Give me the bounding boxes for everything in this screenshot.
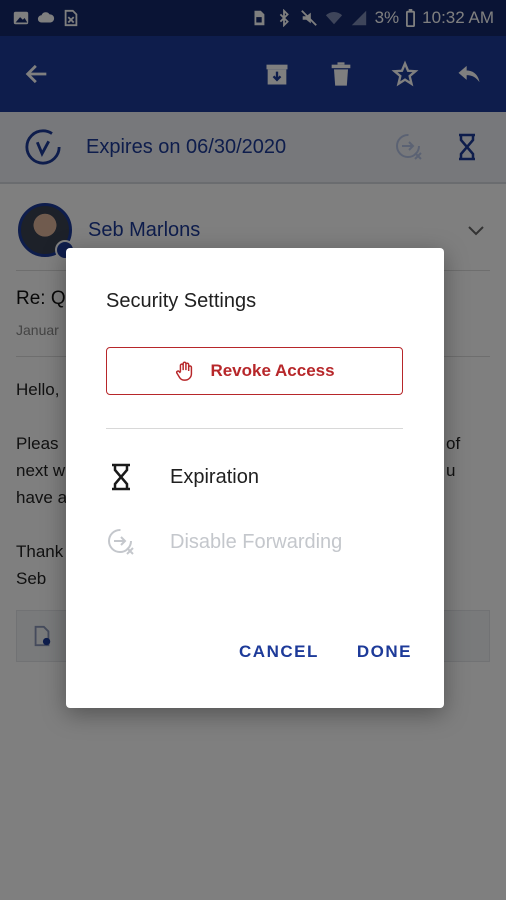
- option-disable-forwarding: Disable Forwarding: [106, 522, 403, 562]
- cancel-button[interactable]: CANCEL: [239, 642, 319, 662]
- security-settings-dialog: Security Settings Revoke Access Expirati…: [66, 248, 444, 708]
- hourglass-icon: [112, 463, 130, 491]
- revoke-access-button[interactable]: Revoke Access: [106, 347, 403, 395]
- option-disable-forwarding-label: Disable Forwarding: [170, 530, 343, 553]
- dialog-title: Security Settings: [106, 290, 257, 312]
- option-expiration[interactable]: Expiration: [106, 457, 403, 497]
- option-expiration-label: Expiration: [170, 465, 259, 488]
- dialog-divider: [106, 428, 403, 429]
- forwarding-disabled-icon: [108, 529, 134, 555]
- hand-stop-icon: [176, 361, 193, 381]
- dialog-actions: CANCEL DONE: [239, 642, 412, 662]
- done-button[interactable]: DONE: [357, 642, 412, 662]
- revoke-access-label: Revoke Access: [210, 361, 335, 380]
